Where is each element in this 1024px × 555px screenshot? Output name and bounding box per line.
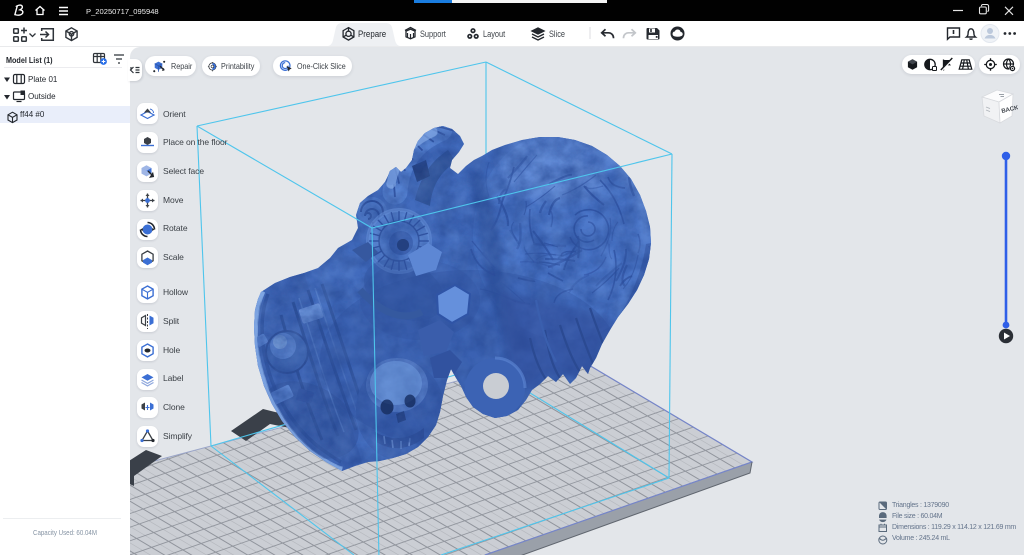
svg-text:P_20250717_095948: P_20250717_095948 (86, 7, 159, 16)
